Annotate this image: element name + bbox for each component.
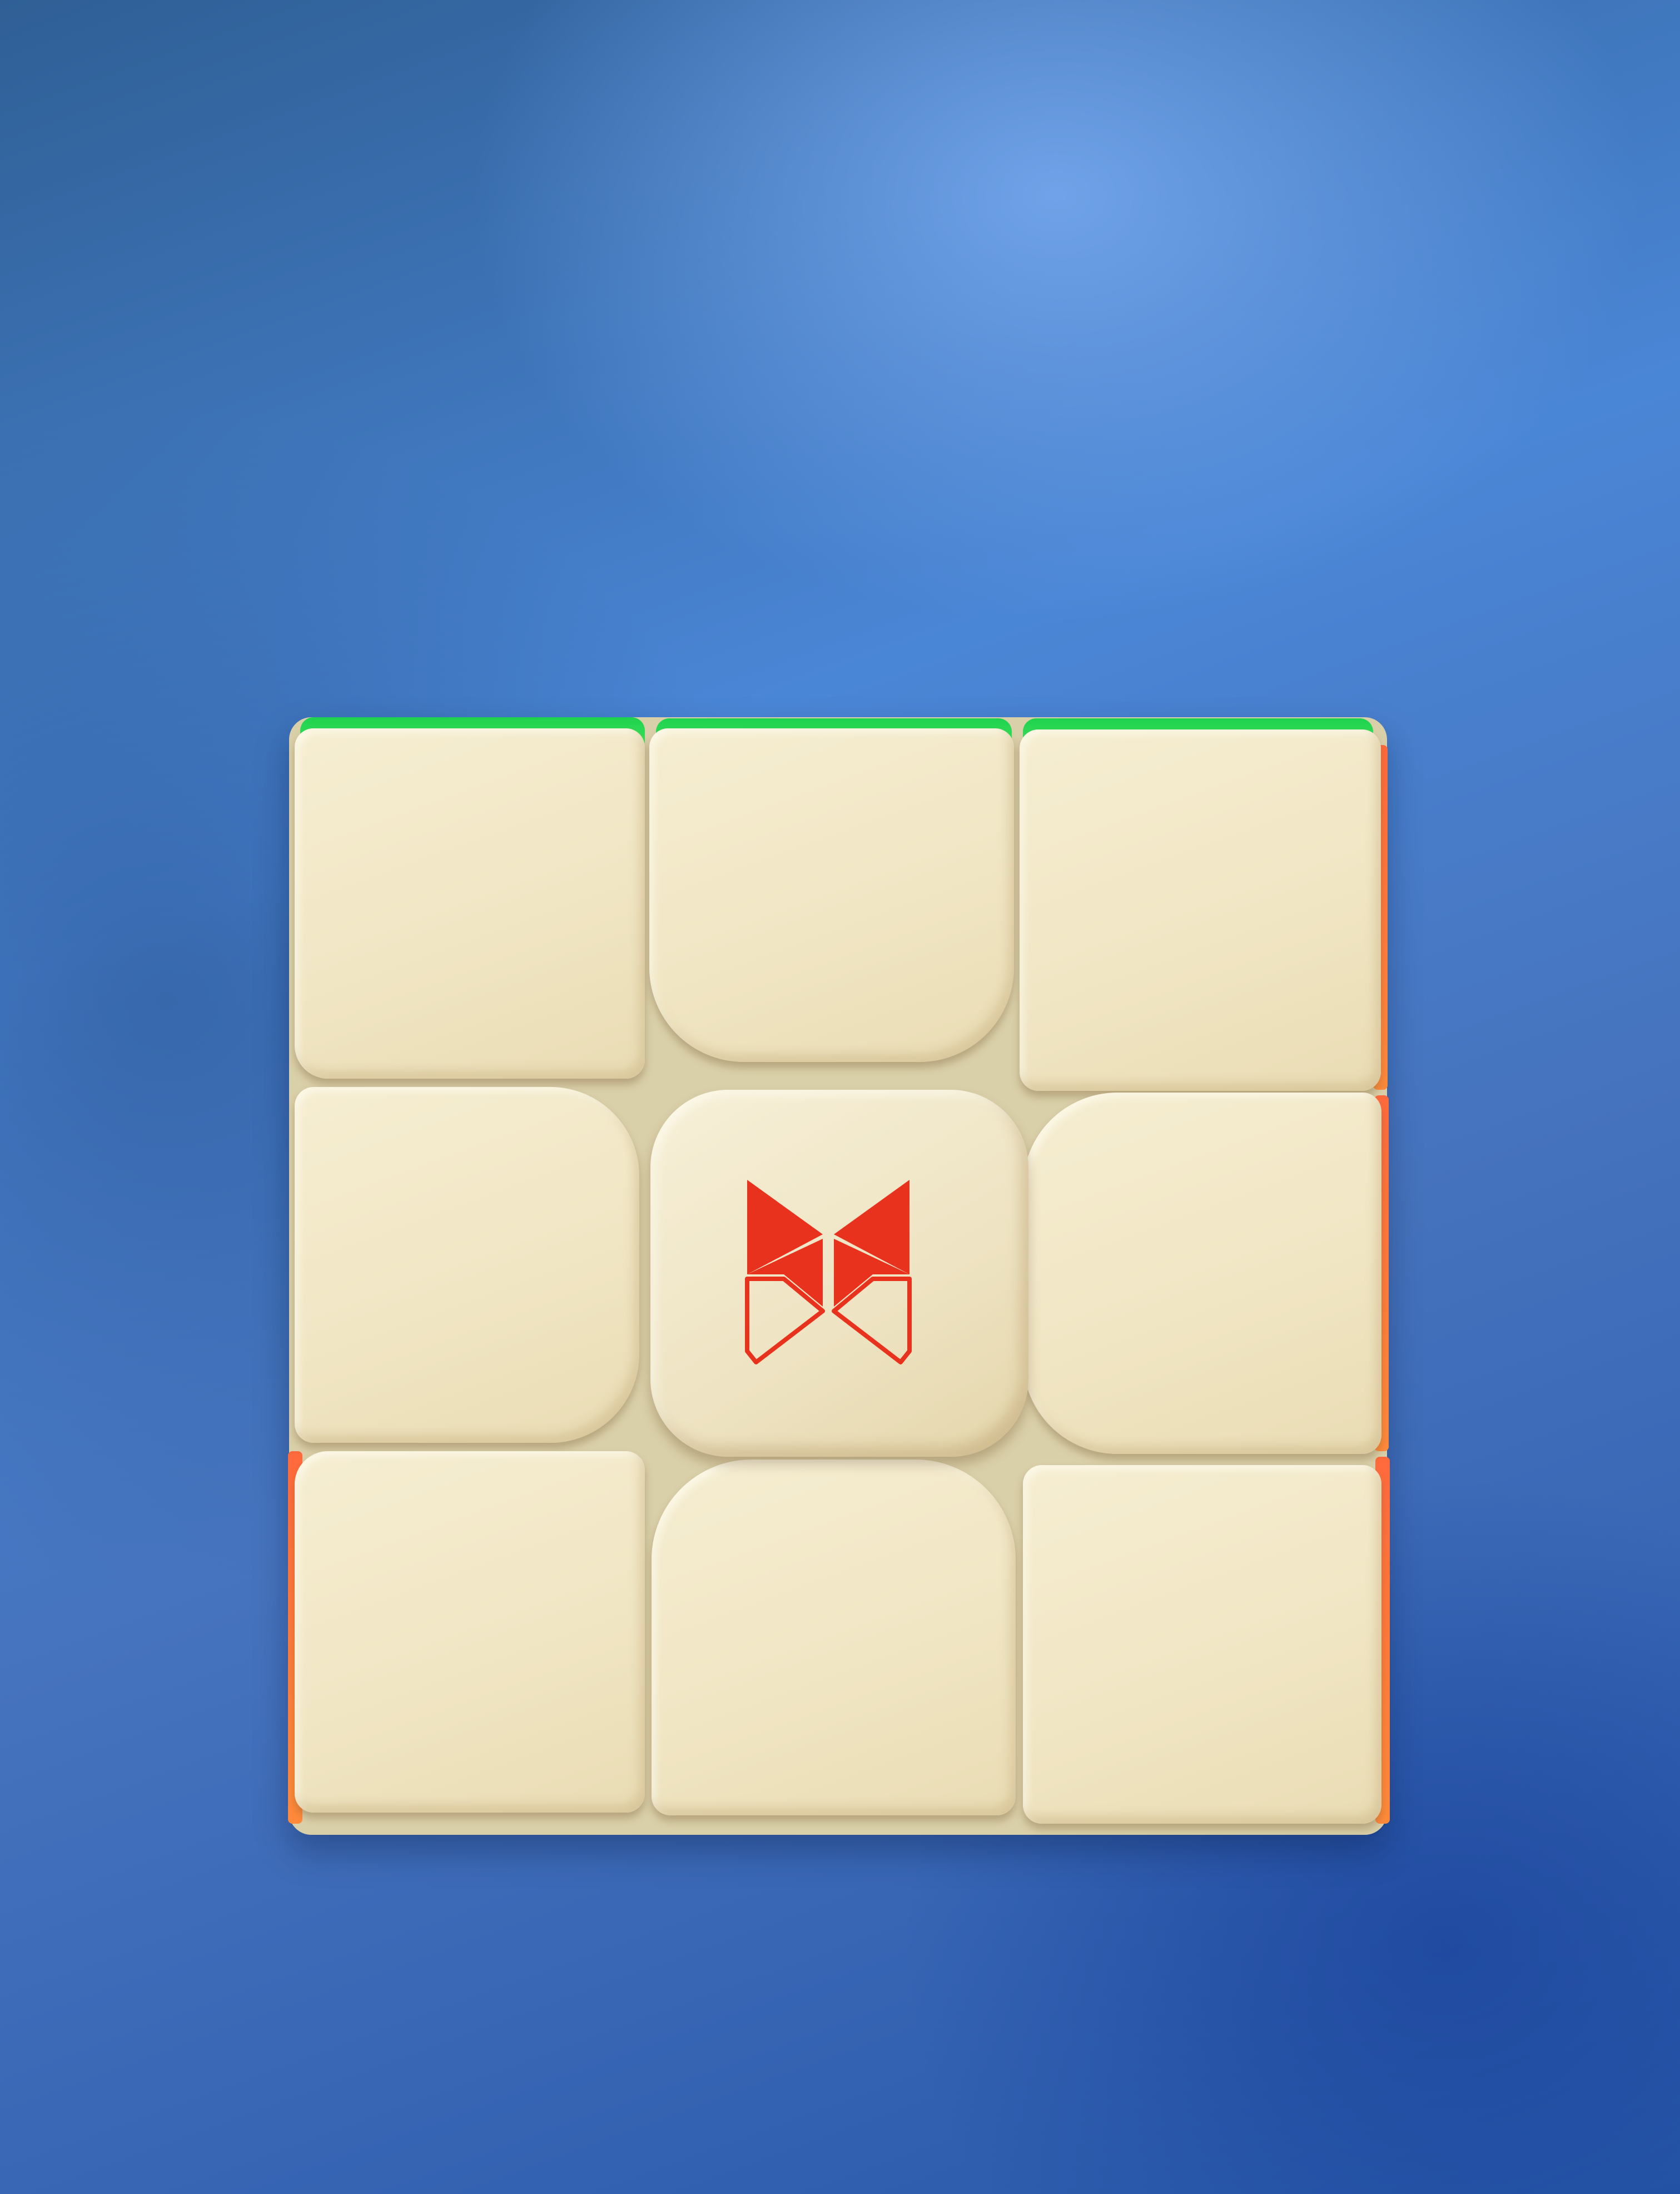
tile-bottom-left (295, 1451, 645, 1813)
tile-top-left (295, 728, 645, 1079)
tile-bottom-right (1023, 1465, 1381, 1824)
tile-middle-left (295, 1087, 639, 1443)
butterfly-logo-icon (745, 1180, 912, 1364)
tile-bottom-middle (652, 1460, 1016, 1815)
tile-top-right (1020, 729, 1381, 1091)
puzzle-cube (0, 0, 1680, 2194)
photo-scene (0, 0, 1680, 2194)
tile-top-middle (649, 728, 1014, 1062)
tile-middle-right (1023, 1093, 1381, 1454)
